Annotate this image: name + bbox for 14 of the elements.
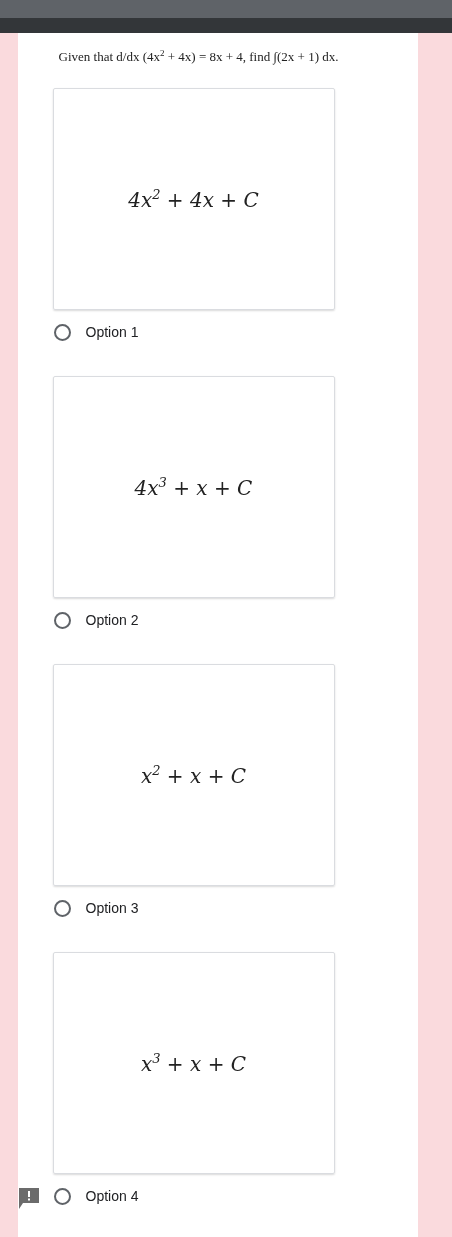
question-text: Given that d/dx (4x$^{2}$ + 4x) = 8x + 4, find ∫(2x + 1) dx. xyxy=(58,48,340,67)
math-expression: 4x$^{3}$ + x + C xyxy=(134,474,253,500)
feedback-icon[interactable] xyxy=(18,1188,39,1209)
radio-button[interactable] xyxy=(53,612,71,629)
option-label: Option 4 xyxy=(85,1188,139,1205)
option-label: Option 2 xyxy=(85,612,139,629)
math-expression: 4x$^{2}$ + 4x + C xyxy=(128,186,259,212)
radio-button[interactable] xyxy=(53,324,71,341)
math-expression: x$^{2}$ + x + C xyxy=(140,762,247,788)
option-label: Option 1 xyxy=(85,324,139,341)
option-label: Option 3 xyxy=(85,900,139,917)
radio-button[interactable] xyxy=(53,900,71,917)
radio-button[interactable] xyxy=(53,1188,71,1205)
math-expression: x$^{3}$ + x + C xyxy=(140,1050,247,1076)
